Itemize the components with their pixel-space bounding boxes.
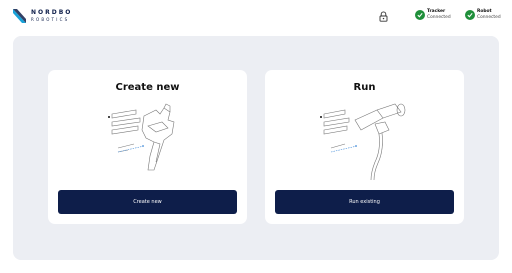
tracker-label: Tracker [427, 9, 446, 14]
tracker-connected-icon [415, 10, 425, 20]
robot-label: Robot [477, 9, 492, 14]
top-bar: NORDBO ROBOTICS Tracker Connected Robot … [0, 0, 512, 34]
nordbo-logo: NORDBO ROBOTICS [12, 8, 72, 24]
create-new-card: Create new Create new [48, 70, 247, 224]
handheld-tracker-tool-illustration [108, 103, 175, 171]
robot-status-text: Connected [477, 15, 501, 20]
tracker-status-text: Connected [427, 15, 451, 20]
lock-icon[interactable] [379, 11, 388, 22]
create-new-title: Create new [115, 82, 180, 93]
create-new-button[interactable]: Create new [58, 190, 237, 214]
logo-mark-icon [13, 9, 26, 23]
run-title: Run [353, 82, 376, 93]
run-existing-button[interactable]: Run existing [275, 190, 454, 214]
logo-text-robotics: ROBOTICS [31, 17, 70, 22]
run-card: Run Run existing [265, 70, 464, 224]
logo-text-nordbo: NORDBO [31, 9, 73, 16]
robot-connected-icon [465, 10, 475, 20]
robot-spray-gun-illustration [320, 103, 406, 181]
